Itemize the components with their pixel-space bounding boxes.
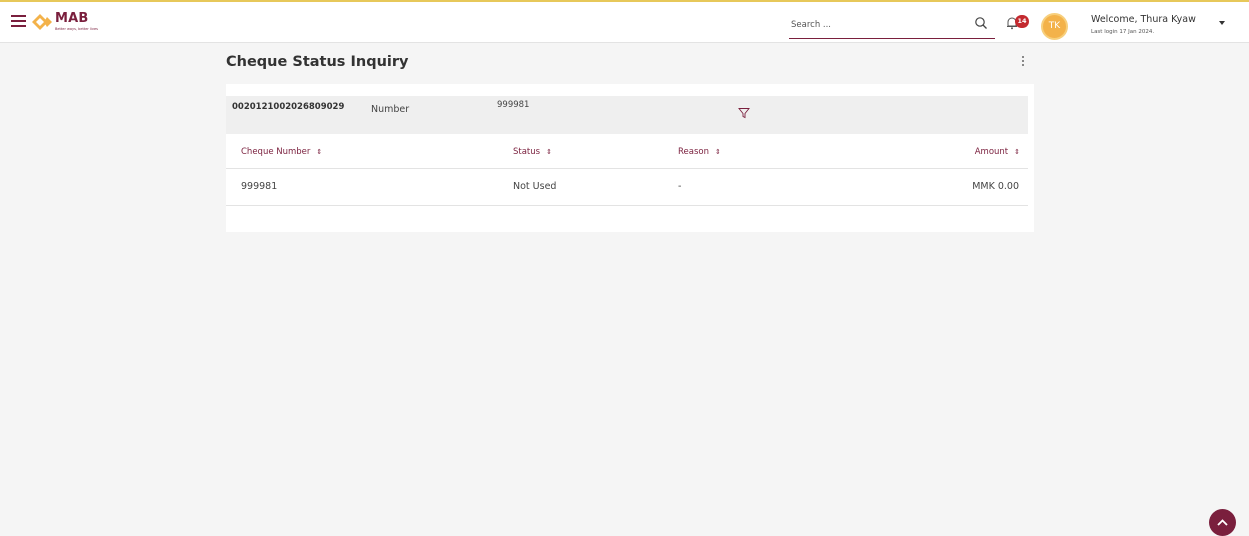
account-number: 0020121002026809029	[232, 102, 345, 112]
cheque-status-card: 0020121002026809029 Number 999981 Cheque…	[226, 84, 1034, 232]
filter-label: Number	[371, 104, 410, 115]
logo-tagline: Better ways, better lives	[55, 27, 98, 31]
user-menu-caret-icon[interactable]	[1219, 21, 1225, 25]
cell-reason: -	[678, 181, 682, 192]
table-header: Cheque Number ⇕ Status ⇕ Reason ⇕ Amount ⇕	[226, 134, 1028, 169]
search-input[interactable]	[789, 13, 963, 37]
last-login-text: Last login 17 Jan 2024.	[1091, 29, 1155, 35]
cell-cheque-number: 999981	[241, 181, 278, 192]
more-options-icon[interactable]	[1019, 56, 1027, 70]
filter-bar: 0020121002026809029 Number 999981	[226, 96, 1028, 134]
filter-value: 999981	[497, 100, 530, 110]
column-header-reason[interactable]: Reason ⇕	[678, 147, 721, 157]
welcome-text: Welcome, Thura Kyaw	[1091, 14, 1196, 25]
avatar[interactable]: TK	[1041, 13, 1068, 40]
top-header: MAB Better ways, better lives 14 TK Welc…	[0, 0, 1249, 43]
filter-icon[interactable]	[738, 107, 750, 119]
sort-icon: ⇕	[316, 148, 323, 156]
table-row: 999981 Not Used - MMK 0.00	[226, 169, 1028, 206]
notification-badge: 14	[1015, 15, 1029, 28]
column-header-label: Amount	[974, 147, 1009, 157]
cell-amount: MMK 0.00	[972, 181, 1019, 192]
menu-icon[interactable]	[11, 15, 26, 27]
column-header-status[interactable]: Status ⇕	[513, 147, 552, 157]
column-header-label: Cheque Number	[241, 147, 311, 157]
page-title: Cheque Status Inquiry	[226, 54, 409, 70]
scroll-to-top-button[interactable]	[1209, 509, 1236, 536]
column-header-label: Status	[513, 147, 541, 157]
logo-text: MAB	[55, 11, 89, 26]
column-header-cheque-number[interactable]: Cheque Number ⇕	[241, 147, 322, 157]
sort-icon: ⇕	[546, 148, 552, 156]
column-header-amount[interactable]: Amount ⇕	[975, 147, 1020, 157]
column-header-label: Reason	[678, 147, 709, 157]
cell-status: Not Used	[513, 181, 557, 192]
logo-icon	[32, 14, 52, 30]
sort-icon: ⇕	[714, 148, 721, 156]
sort-icon: ⇕	[1014, 148, 1020, 156]
search-box	[789, 12, 995, 39]
chevron-up-icon	[1217, 519, 1228, 526]
search-icon[interactable]	[974, 16, 988, 30]
